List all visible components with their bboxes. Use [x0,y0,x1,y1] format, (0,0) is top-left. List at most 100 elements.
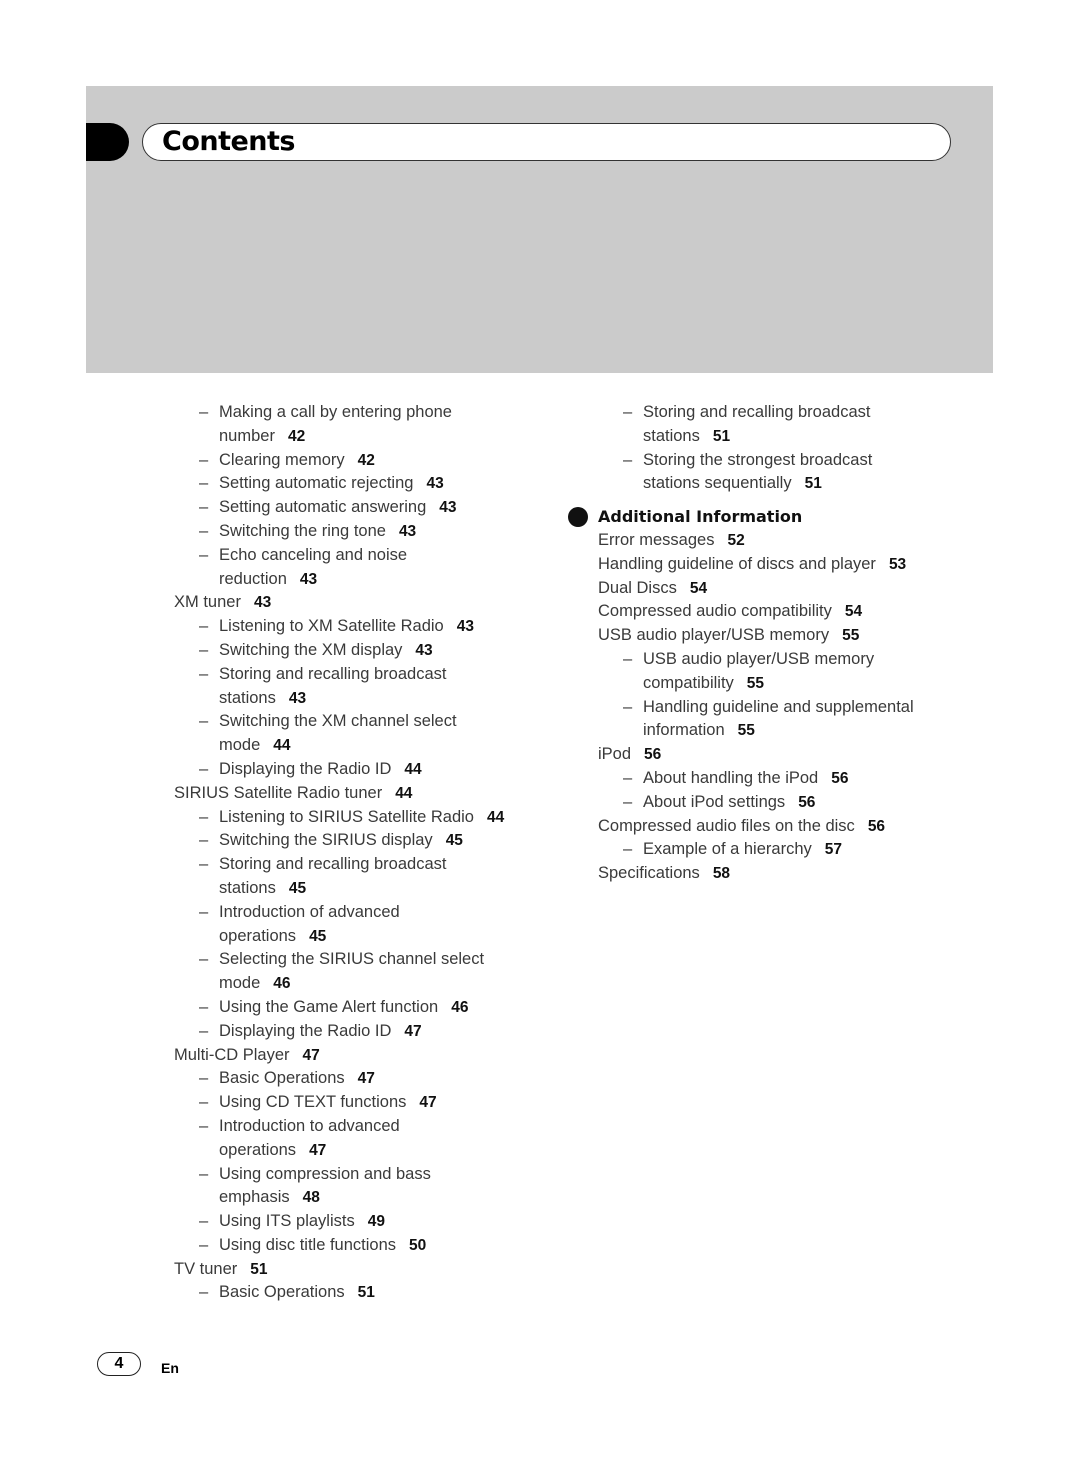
toc-entry-line: Introduction to advanced [219,1115,554,1139]
toc-entry-line: Clearing memory 42 [219,449,554,473]
toc-entry[interactable]: XM tuner 43 [174,591,554,615]
toc-entry-line: About iPod settings 56 [643,791,978,815]
toc-subentry[interactable]: – Basic Operations 51 [174,1281,554,1305]
toc-entry-title: Error messages [598,530,715,549]
toc-subentry[interactable]: – Clearing memory 42 [174,449,554,473]
toc-entry[interactable]: iPod 56 [598,743,978,767]
toc-subentry[interactable]: – Storing the strongest broadcast stations… [598,449,978,497]
toc-page-number: 53 [888,555,907,573]
section-heading[interactable]: Additional Information [568,505,978,529]
toc-subentry[interactable]: – Switching the XM channel select mode 44 [174,710,554,758]
toc-entry-title: information [643,721,725,740]
toc-subentry[interactable]: – About iPod settings 56 [598,791,978,815]
toc-page-number: 55 [737,722,755,740]
toc-entry[interactable]: USB audio player/USB memory 55 [598,624,978,648]
toc-subentry[interactable]: – About handling the iPod 56 [598,767,978,791]
toc-page-number: 56 [798,793,816,811]
toc-subentry[interactable]: – Echo canceling and noise reduction 43 [174,544,554,592]
toc-entry-title: mode [219,974,261,993]
toc-subentry[interactable]: – Storing and recalling broadcast stations… [174,853,554,901]
dash-bullet: – [199,617,209,636]
toc-entry[interactable]: TV tuner 51 [174,1258,554,1282]
toc-entry-line: number 42 [219,425,554,449]
toc-page-number: 43 [398,522,417,540]
toc-entry-title: USB audio player/USB memory [643,649,875,668]
toc-subentry[interactable]: – Using disc title functions 50 [174,1234,554,1258]
toc-entry-title: Introduction of advanced [219,902,400,921]
toc-entry-line: Listening to SIRIUS Satellite Radio 44 [219,806,554,830]
toc-entry-title: Using ITS playlists [219,1212,355,1231]
toc-subentry[interactable]: – Switching the ring tone 43 [174,520,554,544]
toc-page-number: 42 [357,451,375,469]
toc-entry-line: Example of a hierarchy 57 [643,838,978,862]
toc-page-number: 46 [273,975,291,993]
dash-bullet: – [199,640,209,659]
toc-entry-line: Using compression and bass [219,1163,554,1187]
toc-entry-line: Switching the XM display 43 [219,639,554,663]
toc-entry-line: operations 47 [219,1139,554,1163]
toc-entry[interactable]: Dual Discs 54 [598,577,978,601]
dash-bullet: – [199,521,209,540]
toc-subentry[interactable]: – Storing and recalling broadcast stations… [174,663,554,711]
toc-subentry[interactable]: – Basic Operations 47 [174,1067,554,1091]
toc-subentry[interactable]: – USB audio player/USB memory compatibilit… [598,648,978,696]
toc-page-number: 43 [426,475,444,493]
toc-right-after-list: Error messages 52 Handling guideline of di… [598,529,978,886]
dash-bullet: – [199,1164,209,1183]
toc-entry-title: stations [219,688,276,707]
section-bullet-icon [568,507,588,528]
dash-bullet: – [623,840,633,859]
toc-subentry[interactable]: – Listening to XM Satellite Radio 43 [174,615,554,639]
toc-subentry[interactable]: – Setting automatic answering 43 [174,496,554,520]
toc-entry[interactable]: Handling guideline of discs and player 53 [598,553,978,577]
toc-entry-line: compatibility 55 [643,672,978,696]
toc-subentry[interactable]: – Displaying the Radio ID 47 [174,1020,554,1044]
toc-entry[interactable]: Compressed audio files on the disc 56 [598,815,978,839]
toc-subentry[interactable]: – Making a call by entering phone number 42 [174,401,554,449]
toc-entry[interactable]: Error messages 52 [598,529,978,553]
toc-entry-line: stations 51 [643,425,978,449]
toc-entry-title: SIRIUS Satellite Radio tuner [174,783,383,802]
toc-entry-title: Storing and recalling broadcast [219,664,447,683]
toc-entry-title: mode [219,736,261,755]
page-number-badge: 4 [97,1352,141,1376]
dash-bullet: – [199,807,209,826]
toc-entry-line: reduction 43 [219,568,554,592]
toc-entry-line: Introduction of advanced [219,901,554,925]
toc-entry-title: Specifications [598,864,700,883]
toc-entry-line: Making a call by entering phone [219,401,554,425]
toc-entry-title: About iPod settings [643,792,786,811]
toc-page-number: 47 [419,1094,437,1112]
toc-subentry[interactable]: – Using the Game Alert function 46 [174,996,554,1020]
toc-subentry[interactable]: – Storing and recalling broadcast stations… [598,401,978,449]
toc-entry-title: operations [219,926,297,945]
toc-entry-title: stations [219,878,276,897]
toc-entry[interactable]: Compressed audio compatibility 54 [598,600,978,624]
toc-subentry[interactable]: – Example of a hierarchy 57 [598,838,978,862]
toc-page-number: 54 [844,603,863,621]
toc-entry[interactable]: Multi-CD Player 47 [174,1044,554,1068]
toc-entry-title: reduction [219,569,287,588]
toc-entry[interactable]: Specifications 58 [598,862,978,886]
toc-page-number: 43 [456,618,474,636]
toc-subentry[interactable]: – Listening to SIRIUS Satellite Radio 44 [174,806,554,830]
toc-entry-line: Error messages 52 [598,529,978,553]
toc-page-number: 45 [288,879,307,897]
toc-subentry[interactable]: – Switching the XM display 43 [174,639,554,663]
toc-subentry[interactable]: – Using compression and bass emphasis 48 [174,1163,554,1211]
toc-subentry[interactable]: – Introduction of advanced operations 45 [174,901,554,949]
toc-subentry[interactable]: – Selecting the SIRIUS channel select mode… [174,948,554,996]
toc-entry-title: Switching the XM display [219,640,403,659]
toc-entry[interactable]: SIRIUS Satellite Radio tuner 44 [174,782,554,806]
toc-subentry[interactable]: – Displaying the Radio ID 44 [174,758,554,782]
toc-entry-title: operations [219,1140,297,1159]
toc-subentry[interactable]: – Using CD TEXT functions 47 [174,1091,554,1115]
toc-subentry[interactable]: – Setting automatic rejecting 43 [174,472,554,496]
toc-subentry[interactable]: – Switching the SIRIUS display 45 [174,829,554,853]
toc-subentry[interactable]: – Handling guideline and supplemental info… [598,696,978,744]
dash-bullet: – [623,768,633,787]
toc-subentry[interactable]: – Introduction to advanced operations 47 [174,1115,554,1163]
toc-subentry[interactable]: – Using ITS playlists 49 [174,1210,554,1234]
toc-entry-title: About handling the iPod [643,768,819,787]
toc-entry-title: Basic Operations [219,1283,345,1302]
